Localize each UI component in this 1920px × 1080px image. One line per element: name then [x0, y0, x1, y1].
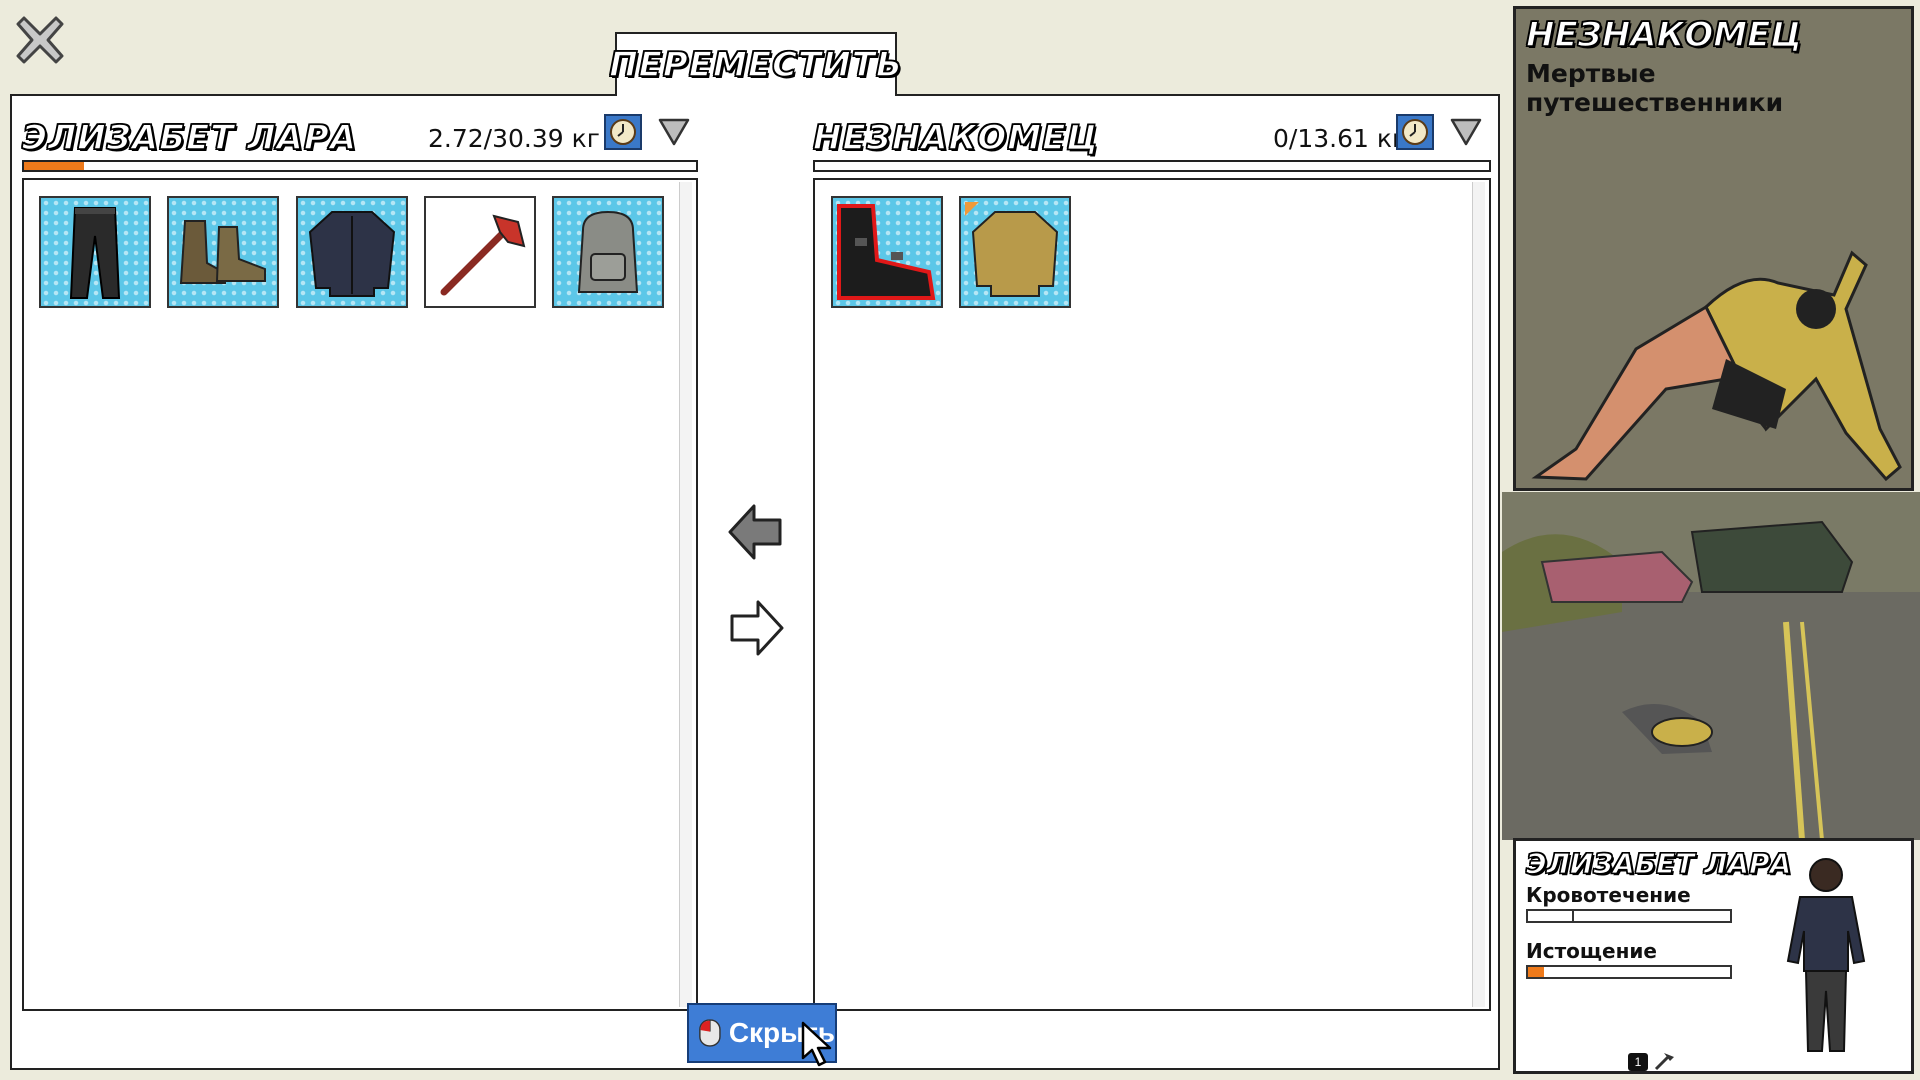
stat-fill-bleeding	[1528, 911, 1575, 921]
player-sort-dropdown[interactable]	[656, 116, 692, 148]
player-name: ЭЛИЗАБЕТ ЛАРА	[21, 117, 358, 159]
container-scrollbar[interactable]	[1472, 182, 1485, 1007]
player-character-figure	[1786, 858, 1866, 1052]
boots-icon	[179, 220, 266, 284]
container-sort-dropdown[interactable]	[1448, 116, 1484, 148]
clock-icon	[610, 119, 636, 145]
arrow-right-icon	[730, 600, 784, 656]
container-inventory-header: НЕЗНАКОМЕЦ	[812, 113, 1099, 163]
player-status-name: ЭЛИЗАБЕТ ЛАРА	[1525, 846, 1792, 880]
stat-fill-exhaustion	[1528, 967, 1545, 977]
stranger-portrait-card: НЕЗНАКОМЕЦ Мертвые путешественники	[1513, 6, 1914, 491]
stat-label-exhaustion: Истощение	[1526, 939, 1657, 963]
player-time-sort-button[interactable]	[604, 114, 642, 150]
item-slot-boots[interactable]	[167, 196, 279, 308]
container-time-sort-button[interactable]	[1396, 114, 1434, 150]
player-weight-fill	[24, 162, 85, 170]
axe-icon	[440, 214, 526, 296]
hammer-icon	[1654, 1053, 1674, 1071]
take-item-arrow-button[interactable]	[726, 500, 786, 564]
scene-illustration	[1502, 492, 1920, 840]
container-name: НЕЗНАКОМЕЦ	[812, 117, 1099, 159]
player-weight: 2.72/30.39 кг	[428, 124, 600, 153]
container-weight-bar	[813, 160, 1491, 172]
pants-icon	[69, 207, 121, 299]
stat-bar-exhaustion	[1526, 965, 1732, 979]
level-badge: 1	[1628, 1053, 1648, 1071]
arrow-left-icon	[728, 504, 782, 560]
item-slot-jacket[interactable]	[296, 196, 408, 308]
yellow-sweater-icon	[965, 202, 1059, 297]
world-scene-view	[1502, 492, 1920, 840]
stat-label-bleeding: Кровотечение	[1526, 883, 1691, 907]
player-scrollbar[interactable]	[679, 182, 692, 1007]
item-slot-pants[interactable]	[39, 196, 151, 308]
close-button[interactable]	[10, 10, 70, 70]
mouse-cursor-icon	[801, 1021, 832, 1067]
triangle-down-icon	[1450, 118, 1482, 146]
mouse-icon	[699, 1019, 721, 1047]
player-weight-bar	[22, 160, 698, 172]
close-icon	[16, 16, 64, 64]
give-item-arrow-button[interactable]	[726, 596, 786, 660]
jacket-icon	[308, 211, 396, 297]
clock-icon	[1402, 119, 1428, 145]
item-slot-axe[interactable]	[424, 196, 536, 308]
backpack-icon	[577, 210, 639, 293]
triangle-down-icon	[658, 118, 690, 146]
stat-bar-bleeding	[1526, 909, 1732, 923]
container-weight: 0/13.61 кг	[1273, 124, 1406, 153]
tab-move[interactable]: ПЕРЕМЕСТИТЬ	[608, 32, 903, 96]
dead-body-illustration	[1531, 250, 1902, 482]
item-slot-black-boots[interactable]	[831, 196, 943, 308]
black-boots-icon	[837, 204, 936, 300]
item-slot-backpack[interactable]	[552, 196, 664, 308]
player-inventory-header: ЭЛИЗАБЕТ ЛАРА	[21, 113, 358, 163]
player-status-card: ЭЛИЗАБЕТ ЛАРА Кровотечение Истощение 1	[1513, 838, 1914, 1074]
item-slot-yellow-sweater[interactable]	[959, 196, 1071, 308]
